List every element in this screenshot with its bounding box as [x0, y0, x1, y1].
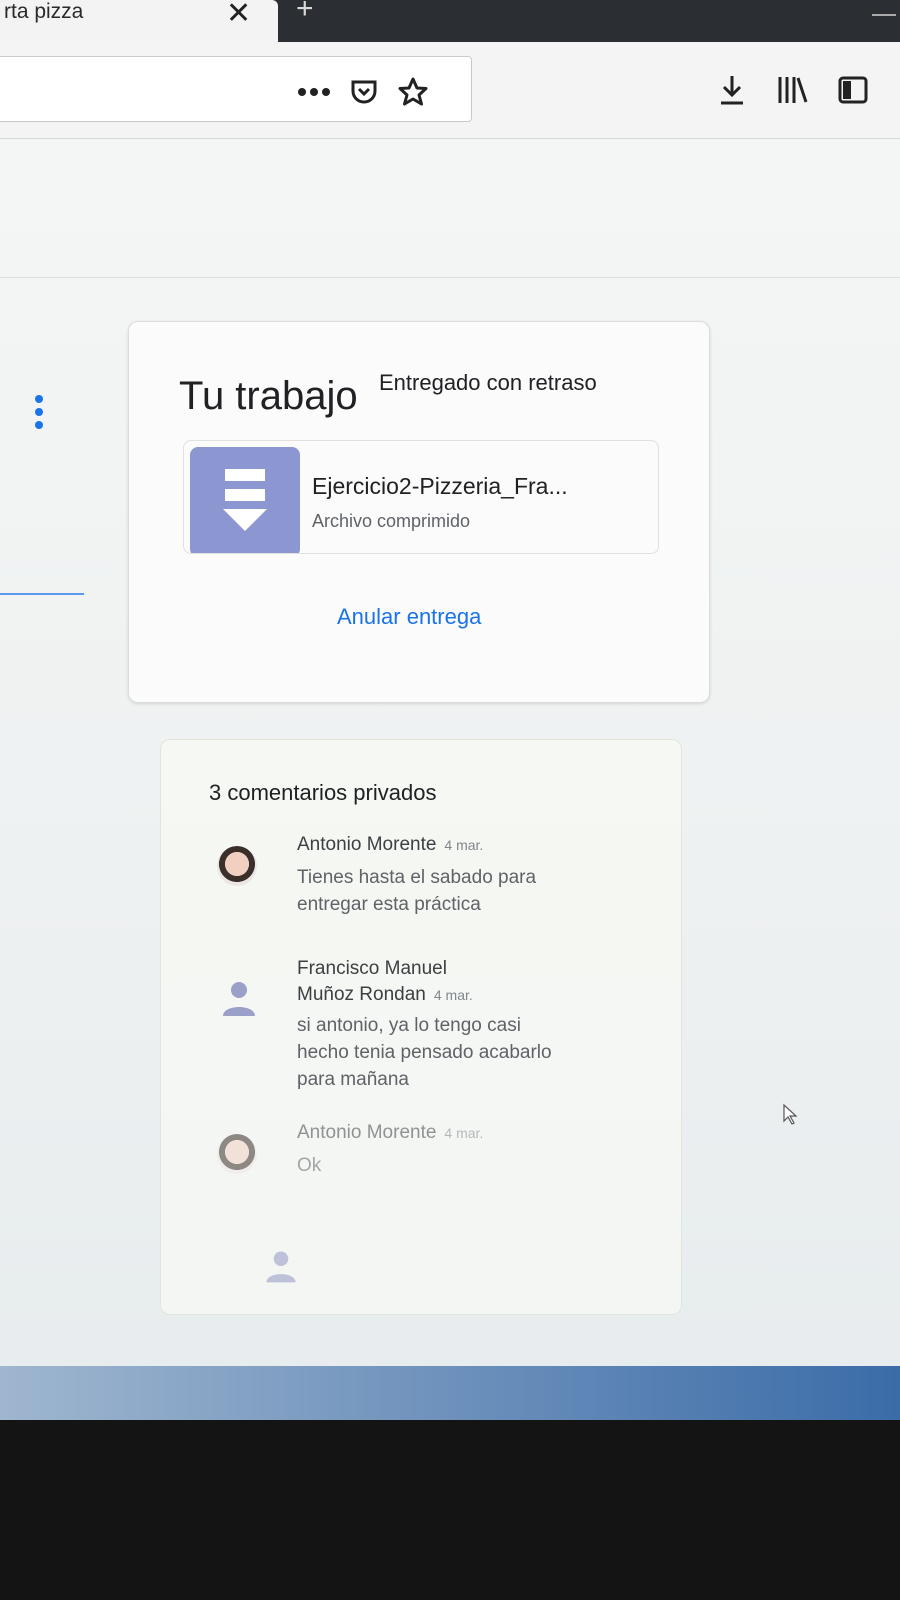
comment-text: si antonio, ya lo tengo casi hecho tenia…: [297, 1015, 552, 1090]
private-comments-card: 3 comentarios privados Antonio Morente 4 …: [160, 739, 682, 1315]
mouse-cursor-icon: [782, 1103, 800, 1130]
minimize-icon[interactable]: [872, 14, 896, 16]
nav-toolbar: [0, 42, 900, 139]
more-icon[interactable]: [297, 87, 331, 97]
sidebar-icon[interactable]: [838, 75, 868, 105]
your-work-title: Tu trabajo: [179, 374, 358, 418]
page-header: [0, 139, 900, 278]
url-bar[interactable]: [0, 56, 472, 122]
comment-text: Ok: [297, 1155, 322, 1176]
pocket-icon[interactable]: [349, 77, 379, 107]
tab-close-button[interactable]: ✕: [226, 0, 251, 31]
download-icon[interactable]: [718, 74, 746, 106]
classroom-page: Tu trabajo Entregado con retraso Ejercic…: [0, 139, 900, 1379]
comment-author: Francisco Manuel Muñoz Rondan 4 mar.: [297, 958, 473, 1005]
active-tab[interactable]: rta pizza ✕: [0, 0, 278, 42]
current-user-avatar-icon: [261, 1246, 301, 1286]
unsubmit-button[interactable]: Anular entrega: [337, 604, 481, 630]
tab-bar: rta pizza ✕ +: [0, 0, 900, 42]
your-work-card: Tu trabajo Entregado con retraso Ejercic…: [128, 321, 710, 703]
new-tab-button[interactable]: +: [296, 0, 314, 26]
tab-title: rta pizza: [4, 0, 84, 23]
star-icon[interactable]: [397, 76, 429, 108]
more-options-icon[interactable]: [32, 395, 46, 435]
monitor-bezel: [0, 1420, 900, 1600]
comment-date: 4 mar.: [433, 987, 473, 1003]
comment-author: Antonio Morente 4 mar.: [297, 834, 484, 855]
comment-date: 4 mar.: [444, 837, 484, 853]
library-icon[interactable]: [776, 75, 808, 105]
comment-date: 4 mar.: [444, 1125, 484, 1141]
attachment-type: Archivo comprimido: [312, 511, 471, 531]
zip-file-icon: [190, 447, 300, 553]
avatar: [217, 1134, 257, 1174]
comments-title: 3 comentarios privados: [209, 780, 437, 805]
submission-status: Entregado con retraso: [379, 370, 597, 395]
active-tab-indicator: [0, 593, 84, 595]
os-taskbar: [0, 1366, 900, 1420]
comment-text: Tienes hasta el sabado para entregar est…: [297, 867, 537, 915]
attachment-name: Ejercicio2-Pizzeria_Fra...: [312, 473, 568, 499]
avatar: [217, 846, 257, 886]
comment-author: Antonio Morente 4 mar.: [297, 1122, 484, 1143]
attachment-card[interactable]: Ejercicio2-Pizzeria_Fra... Archivo compr…: [183, 440, 659, 554]
user-avatar-icon: [217, 976, 261, 1020]
